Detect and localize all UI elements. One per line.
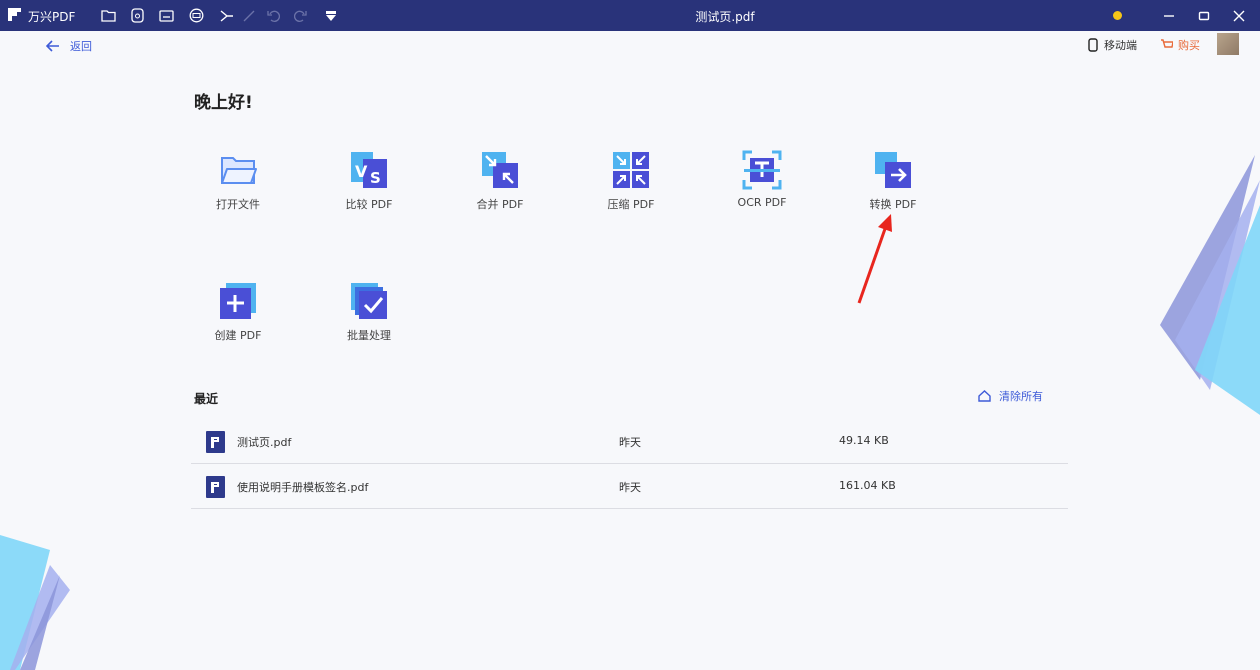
redo-icon[interactable] <box>292 7 309 24</box>
tool-label: 创建 PDF <box>214 329 262 342</box>
clear-all-button[interactable]: 清除所有 <box>978 388 1043 404</box>
svg-text:V: V <box>355 162 368 181</box>
share-icon[interactable] <box>218 7 235 24</box>
dropdown-icon[interactable] <box>322 7 339 24</box>
create-plus-icon <box>220 283 256 319</box>
file-size: 49.14 KB <box>839 434 889 447</box>
avatar[interactable] <box>1217 33 1239 55</box>
folder-open-icon <box>221 157 257 184</box>
tool-compare-pdf[interactable]: V S 比较 PDF <box>314 150 424 212</box>
print-icon[interactable] <box>188 7 205 24</box>
recent-file-row[interactable]: 测试页.pdf 昨天 49.14 KB <box>191 418 1068 464</box>
compress-icon <box>613 152 649 188</box>
file-name: 使用说明手册模板签名.pdf <box>237 481 369 494</box>
decorative-shapes-right <box>1160 155 1260 415</box>
print-preview-icon[interactable] <box>129 7 146 24</box>
folder-icon[interactable] <box>100 7 117 24</box>
tool-label: 合并 PDF <box>476 198 524 211</box>
document-title: 测试页.pdf <box>695 10 755 24</box>
title-bar: 万兴PDF 测试页.pdf <box>0 0 1260 31</box>
tool-label: 打开文件 <box>216 198 260 211</box>
convert-arrow-icon <box>875 152 911 188</box>
recent-file-row[interactable]: 使用说明手册模板签名.pdf 昨天 161.04 KB <box>191 463 1068 509</box>
arrow-left-icon <box>46 40 59 52</box>
mobile-button[interactable]: 移动端 <box>1088 37 1137 53</box>
mobile-label: 移动端 <box>1104 39 1137 52</box>
cart-icon <box>1161 39 1173 48</box>
tool-compress-pdf[interactable]: 压缩 PDF <box>576 150 686 212</box>
tool-convert-pdf[interactable]: 转换 PDF <box>838 150 948 212</box>
recent-title: 最近 <box>194 392 219 406</box>
merge-icon <box>482 152 518 188</box>
tool-label: 压缩 PDF <box>607 198 655 211</box>
svg-text:S: S <box>370 169 381 187</box>
pen-icon[interactable] <box>240 7 257 24</box>
app-logo-icon <box>8 8 21 21</box>
decorative-shapes-left <box>0 535 70 670</box>
tool-label: 转换 PDF <box>869 198 917 211</box>
ocr-scan-icon <box>742 150 782 190</box>
buy-label: 购买 <box>1178 39 1200 52</box>
pdf-file-icon <box>206 431 225 453</box>
back-button[interactable]: 返回 <box>46 38 92 54</box>
file-date: 昨天 <box>619 481 641 494</box>
clear-all-label: 清除所有 <box>999 390 1043 403</box>
buy-button[interactable]: 购买 <box>1160 37 1200 53</box>
page-title: 晚上好! <box>194 93 253 113</box>
file-name: 测试页.pdf <box>237 436 292 449</box>
maximize-icon[interactable] <box>1194 6 1214 25</box>
batch-check-icon <box>351 283 387 319</box>
home-clear-icon <box>978 390 991 402</box>
undo-icon[interactable] <box>265 7 282 24</box>
back-label: 返回 <box>70 40 92 53</box>
close-icon[interactable] <box>1229 6 1249 25</box>
notification-dot-icon[interactable] <box>1113 11 1122 20</box>
pdf-file-icon <box>206 476 225 498</box>
file-date: 昨天 <box>619 436 641 449</box>
app-name: 万兴PDF <box>28 10 76 24</box>
compare-vs-icon: V S <box>351 152 387 188</box>
file-size: 161.04 KB <box>839 479 896 492</box>
tool-create-pdf[interactable]: 创建 PDF <box>183 281 293 343</box>
minimize-icon[interactable] <box>1159 6 1179 25</box>
tool-label: 批量处理 <box>347 329 391 342</box>
tool-open-file[interactable]: 打开文件 <box>183 150 293 212</box>
phone-icon <box>1088 38 1098 52</box>
tool-batch-process[interactable]: 批量处理 <box>314 281 424 343</box>
annotation-arrow-icon <box>857 214 892 304</box>
tool-ocr-pdf[interactable]: OCR PDF <box>707 150 817 209</box>
tool-label: 比较 PDF <box>345 198 393 211</box>
tool-label: OCR PDF <box>737 196 787 209</box>
window-icon[interactable] <box>158 7 175 24</box>
tool-merge-pdf[interactable]: 合并 PDF <box>445 150 555 212</box>
